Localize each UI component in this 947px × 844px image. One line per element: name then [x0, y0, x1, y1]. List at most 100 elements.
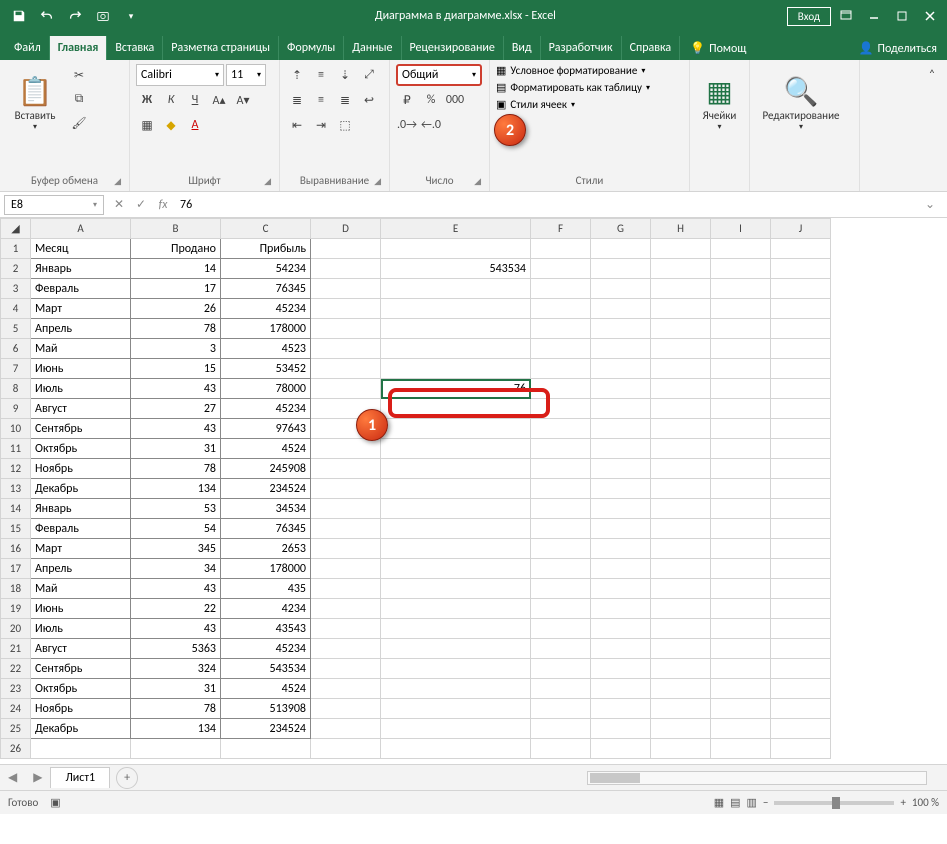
- cell[interactable]: [771, 399, 831, 419]
- cell[interactable]: [591, 439, 651, 459]
- cell[interactable]: [311, 279, 381, 299]
- cell[interactable]: 54234: [221, 259, 311, 279]
- italic-button[interactable]: К: [160, 89, 182, 111]
- cell[interactable]: [651, 259, 711, 279]
- cell[interactable]: [531, 339, 591, 359]
- cell[interactable]: [651, 279, 711, 299]
- comma-icon[interactable]: 000: [444, 89, 466, 111]
- camera-icon[interactable]: [90, 3, 116, 29]
- cell[interactable]: [711, 579, 771, 599]
- cell[interactable]: 5363: [131, 639, 221, 659]
- cell[interactable]: [381, 299, 531, 319]
- col-header-A[interactable]: A: [31, 219, 131, 239]
- col-header-G[interactable]: G: [591, 219, 651, 239]
- cell[interactable]: 178000: [221, 319, 311, 339]
- cell[interactable]: 4234: [221, 599, 311, 619]
- cell[interactable]: [711, 319, 771, 339]
- borders-icon[interactable]: ▦: [136, 114, 158, 136]
- spreadsheet-grid[interactable]: ◢ABCDEFGHIJ1МесяцПроданоПрибыль2Январь14…: [0, 218, 947, 764]
- row-header-7[interactable]: 7: [1, 359, 31, 379]
- cell[interactable]: [711, 479, 771, 499]
- cell[interactable]: [531, 359, 591, 379]
- cell[interactable]: Сентябрь: [31, 659, 131, 679]
- collapse-ribbon-icon[interactable]: ˄: [921, 64, 943, 86]
- align-middle-icon[interactable]: ≡: [310, 64, 332, 86]
- tab-formulas[interactable]: Формулы: [279, 36, 344, 60]
- cell[interactable]: [381, 399, 531, 419]
- cell[interactable]: [711, 339, 771, 359]
- cell[interactable]: 34: [131, 559, 221, 579]
- cell[interactable]: [651, 339, 711, 359]
- cell[interactable]: 78: [131, 699, 221, 719]
- cell[interactable]: 76: [381, 379, 531, 399]
- cell[interactable]: [381, 339, 531, 359]
- dialog-launcher-icon[interactable]: ◢: [264, 176, 271, 187]
- cell[interactable]: [771, 559, 831, 579]
- cell[interactable]: [531, 419, 591, 439]
- paste-button[interactable]: 📋 Вставить ▾: [6, 64, 64, 142]
- cell[interactable]: Апрель: [31, 319, 131, 339]
- cell[interactable]: [771, 499, 831, 519]
- row-header-12[interactable]: 12: [1, 459, 31, 479]
- minimize-icon[interactable]: [861, 3, 887, 29]
- cell[interactable]: [771, 619, 831, 639]
- cell[interactable]: Апрель: [31, 559, 131, 579]
- cell[interactable]: [651, 519, 711, 539]
- cell[interactable]: [531, 459, 591, 479]
- cell[interactable]: Ноябрь: [31, 459, 131, 479]
- sheet-nav-next-icon[interactable]: ▶: [25, 770, 50, 785]
- cell[interactable]: [771, 239, 831, 259]
- editing-button[interactable]: 🔍Редактирование▾: [756, 64, 846, 142]
- cell[interactable]: 76345: [221, 519, 311, 539]
- cell[interactable]: 4524: [221, 679, 311, 699]
- cell[interactable]: [771, 479, 831, 499]
- tab-pagelayout[interactable]: Разметка страницы: [163, 36, 279, 60]
- cell[interactable]: [531, 439, 591, 459]
- cell[interactable]: [651, 379, 711, 399]
- row-header-2[interactable]: 2: [1, 259, 31, 279]
- cell[interactable]: [591, 459, 651, 479]
- cell[interactable]: [711, 619, 771, 639]
- zoom-out-icon[interactable]: −: [763, 796, 768, 809]
- cell[interactable]: [381, 699, 531, 719]
- cell[interactable]: [531, 479, 591, 499]
- row-header-25[interactable]: 25: [1, 719, 31, 739]
- cell[interactable]: [531, 719, 591, 739]
- cell[interactable]: [591, 639, 651, 659]
- name-box[interactable]: E8▾: [4, 195, 104, 215]
- row-header-11[interactable]: 11: [1, 439, 31, 459]
- wrap-text-icon[interactable]: ↩: [358, 89, 380, 111]
- save-icon[interactable]: [6, 3, 32, 29]
- normal-view-icon[interactable]: ▦: [714, 796, 724, 809]
- row-header-6[interactable]: 6: [1, 339, 31, 359]
- row-header-9[interactable]: 9: [1, 399, 31, 419]
- row-header-15[interactable]: 15: [1, 519, 31, 539]
- cell[interactable]: [311, 439, 381, 459]
- cell[interactable]: [311, 479, 381, 499]
- decrease-font-icon[interactable]: A▾: [232, 89, 254, 111]
- cell[interactable]: 543534: [381, 259, 531, 279]
- tab-data[interactable]: Данные: [344, 36, 401, 60]
- cell[interactable]: 17: [131, 279, 221, 299]
- select-all[interactable]: ◢: [1, 219, 31, 239]
- cell[interactable]: [771, 639, 831, 659]
- row-header-26[interactable]: 26: [1, 739, 31, 759]
- cell[interactable]: [651, 459, 711, 479]
- cell[interactable]: [381, 579, 531, 599]
- cell[interactable]: [591, 619, 651, 639]
- cut-icon[interactable]: ✂: [68, 64, 90, 86]
- align-bottom-icon[interactable]: ⇣: [334, 64, 356, 86]
- cell[interactable]: [711, 399, 771, 419]
- cell[interactable]: [771, 739, 831, 759]
- cell[interactable]: [711, 639, 771, 659]
- cell[interactable]: [531, 299, 591, 319]
- cell[interactable]: [531, 399, 591, 419]
- cell[interactable]: [131, 739, 221, 759]
- cell[interactable]: 97643: [221, 419, 311, 439]
- cancel-icon[interactable]: ✕: [108, 197, 130, 212]
- cell[interactable]: [381, 539, 531, 559]
- cell[interactable]: [591, 519, 651, 539]
- cell[interactable]: 45234: [221, 299, 311, 319]
- cell[interactable]: [311, 319, 381, 339]
- cell[interactable]: [591, 319, 651, 339]
